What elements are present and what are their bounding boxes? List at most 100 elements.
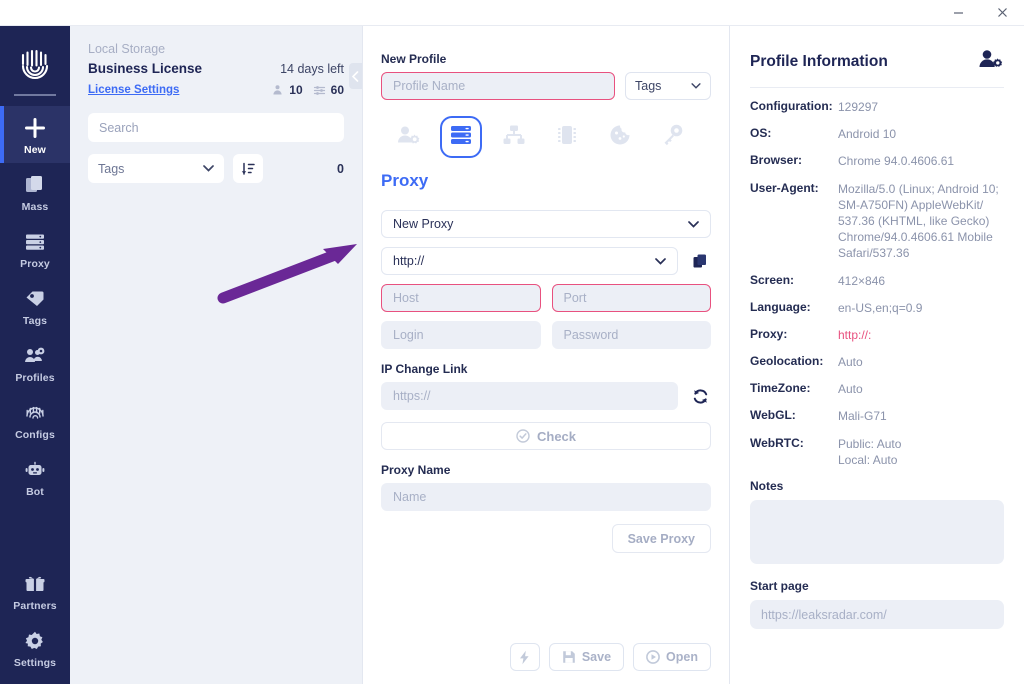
main-body: New Mass Proxy Tags Profiles Configs Bot… [0, 26, 1024, 684]
open-profile-label: Open [666, 650, 698, 664]
info-key: Screen: [750, 272, 795, 287]
password-input[interactable] [551, 321, 711, 349]
sidebar-item-settings[interactable]: Settings [0, 619, 70, 676]
ip-change-link-label: IP Change Link [381, 362, 468, 376]
sidebar-item-profiles[interactable]: Profiles [0, 334, 70, 391]
info-row-proxy: Proxy: http://: [750, 327, 1004, 343]
sort-button[interactable] [233, 154, 263, 183]
sidebar-item-new[interactable]: New [0, 106, 70, 163]
proxy-preset-value: New Proxy [393, 217, 454, 231]
chevron-down-icon [203, 165, 214, 172]
port-input[interactable] [551, 284, 711, 312]
host-input[interactable] [381, 284, 541, 312]
login-input[interactable] [381, 321, 541, 349]
sidebar-item-mass[interactable]: Mass [0, 163, 70, 220]
check-proxy-label: Check [536, 428, 577, 444]
copy-proxy-button[interactable] [689, 247, 711, 275]
server-icon [448, 122, 474, 153]
notes-textarea[interactable] [750, 500, 1004, 564]
search-input[interactable] [88, 113, 344, 142]
check-proxy-button[interactable]: Check [381, 422, 711, 450]
proxy-name-label: Proxy Name [381, 463, 451, 477]
credentials-row [381, 321, 711, 349]
profile-name-input[interactable] [381, 72, 615, 100]
host-port-row [381, 284, 711, 312]
profiles-count-value: 10 [289, 83, 303, 97]
tab-proxy[interactable] [440, 116, 482, 158]
chevron-left-icon [352, 70, 359, 82]
save-proxy-button[interactable]: Save Proxy [611, 524, 711, 553]
local-storage-title: Local Storage [88, 42, 166, 56]
person-gear-icon[interactable] [978, 48, 1004, 75]
minimize-button[interactable] [936, 0, 980, 26]
network-icon [501, 122, 527, 153]
info-key: Browser: [750, 153, 803, 168]
info-row-browser: Browser: Chrome 94.0.4606.61 [750, 153, 1004, 169]
proxy-preset-select[interactable]: New Proxy [381, 210, 711, 238]
close-button[interactable] [980, 0, 1024, 26]
tab-extensions[interactable] [652, 116, 694, 158]
info-key: Proxy: [750, 326, 788, 341]
profile-footer-actions: Save Open [381, 643, 711, 684]
refresh-ip-button[interactable] [689, 382, 711, 410]
save-proxy-label: Save Proxy [627, 531, 695, 546]
tags-filter-value: Tags [98, 161, 125, 176]
save-profile-button[interactable]: Save [548, 643, 625, 671]
lightning-icon [520, 650, 529, 664]
sidebar-item-configs[interactable]: Configs [0, 391, 70, 448]
notes-label: Notes [750, 479, 784, 493]
profile-information-header: Profile Information [750, 48, 1004, 75]
info-value: Chrome 94.0.4606.61 [838, 154, 955, 169]
tab-network[interactable] [493, 116, 535, 158]
start-page-input[interactable] [750, 600, 1004, 629]
info-value: 412×846 [838, 273, 886, 288]
profile-information-title: Profile Information [750, 52, 888, 70]
tab-hardware[interactable] [546, 116, 588, 158]
protocol-select[interactable]: http:// [381, 247, 678, 275]
sidebar-item-partners[interactable]: Partners [0, 562, 70, 619]
sidebar-label-profiles: Profiles [15, 372, 55, 384]
proxy-select-row: New Proxy [381, 210, 711, 238]
license-name: Business License [88, 61, 203, 76]
info-value: Auto [838, 355, 863, 370]
license-days-left: 14 days left [280, 62, 344, 76]
chevron-down-icon [655, 257, 666, 265]
sidebar-label-tags: Tags [22, 315, 48, 327]
open-profile-button[interactable]: Open [633, 643, 711, 671]
info-key: Language: [750, 299, 811, 314]
license-settings-link[interactable]: License Settings [88, 84, 179, 96]
application-window: New Mass Proxy Tags Profiles Configs Bot… [0, 0, 1024, 684]
proxies-counter: 60 [313, 83, 344, 97]
proxy-name-input[interactable] [381, 483, 711, 511]
people-gear-icon [22, 343, 48, 369]
floppy-icon [563, 651, 575, 663]
tab-general[interactable] [387, 116, 429, 158]
license-counters: 10 60 [271, 83, 344, 97]
quick-action-button[interactable] [509, 643, 540, 671]
new-profile-panel: New Profile Tags [362, 26, 730, 684]
header-divider [750, 87, 1004, 88]
info-key: WebGL: [750, 408, 796, 423]
title-bar [0, 0, 1024, 26]
sidebar-item-bot[interactable]: Bot [0, 448, 70, 505]
info-row-os: OS: Android 10 [750, 126, 1004, 142]
copy-files-icon [22, 172, 48, 198]
sort-descending-icon [241, 162, 255, 175]
tab-cookies[interactable] [599, 116, 641, 158]
ip-change-link-input[interactable] [381, 382, 678, 410]
sidebar-item-tags[interactable]: Tags [0, 277, 70, 334]
license-row: Business License 14 days left [88, 61, 344, 76]
info-row-configuration: Configuration: 129297 [750, 99, 1004, 115]
sidebar-item-proxy[interactable]: Proxy [0, 220, 70, 277]
info-value: Mozilla/5.0 (Linux; Android 10; SM-A750F… [838, 181, 999, 261]
profile-section-tabs [381, 116, 711, 158]
ip-change-link-row [381, 382, 711, 410]
tags-filter-select[interactable]: Tags [88, 154, 224, 183]
info-key: User-Agent: [750, 180, 819, 195]
collapse-panel-button[interactable] [349, 63, 362, 89]
profile-tags-select[interactable]: Tags [625, 72, 711, 100]
chevron-down-icon [691, 83, 701, 89]
sidebar-label-new: New [24, 144, 46, 156]
info-value: en-US,en;q=0.9 [838, 300, 923, 315]
info-row-screen: Screen: 412×846 [750, 273, 1004, 289]
